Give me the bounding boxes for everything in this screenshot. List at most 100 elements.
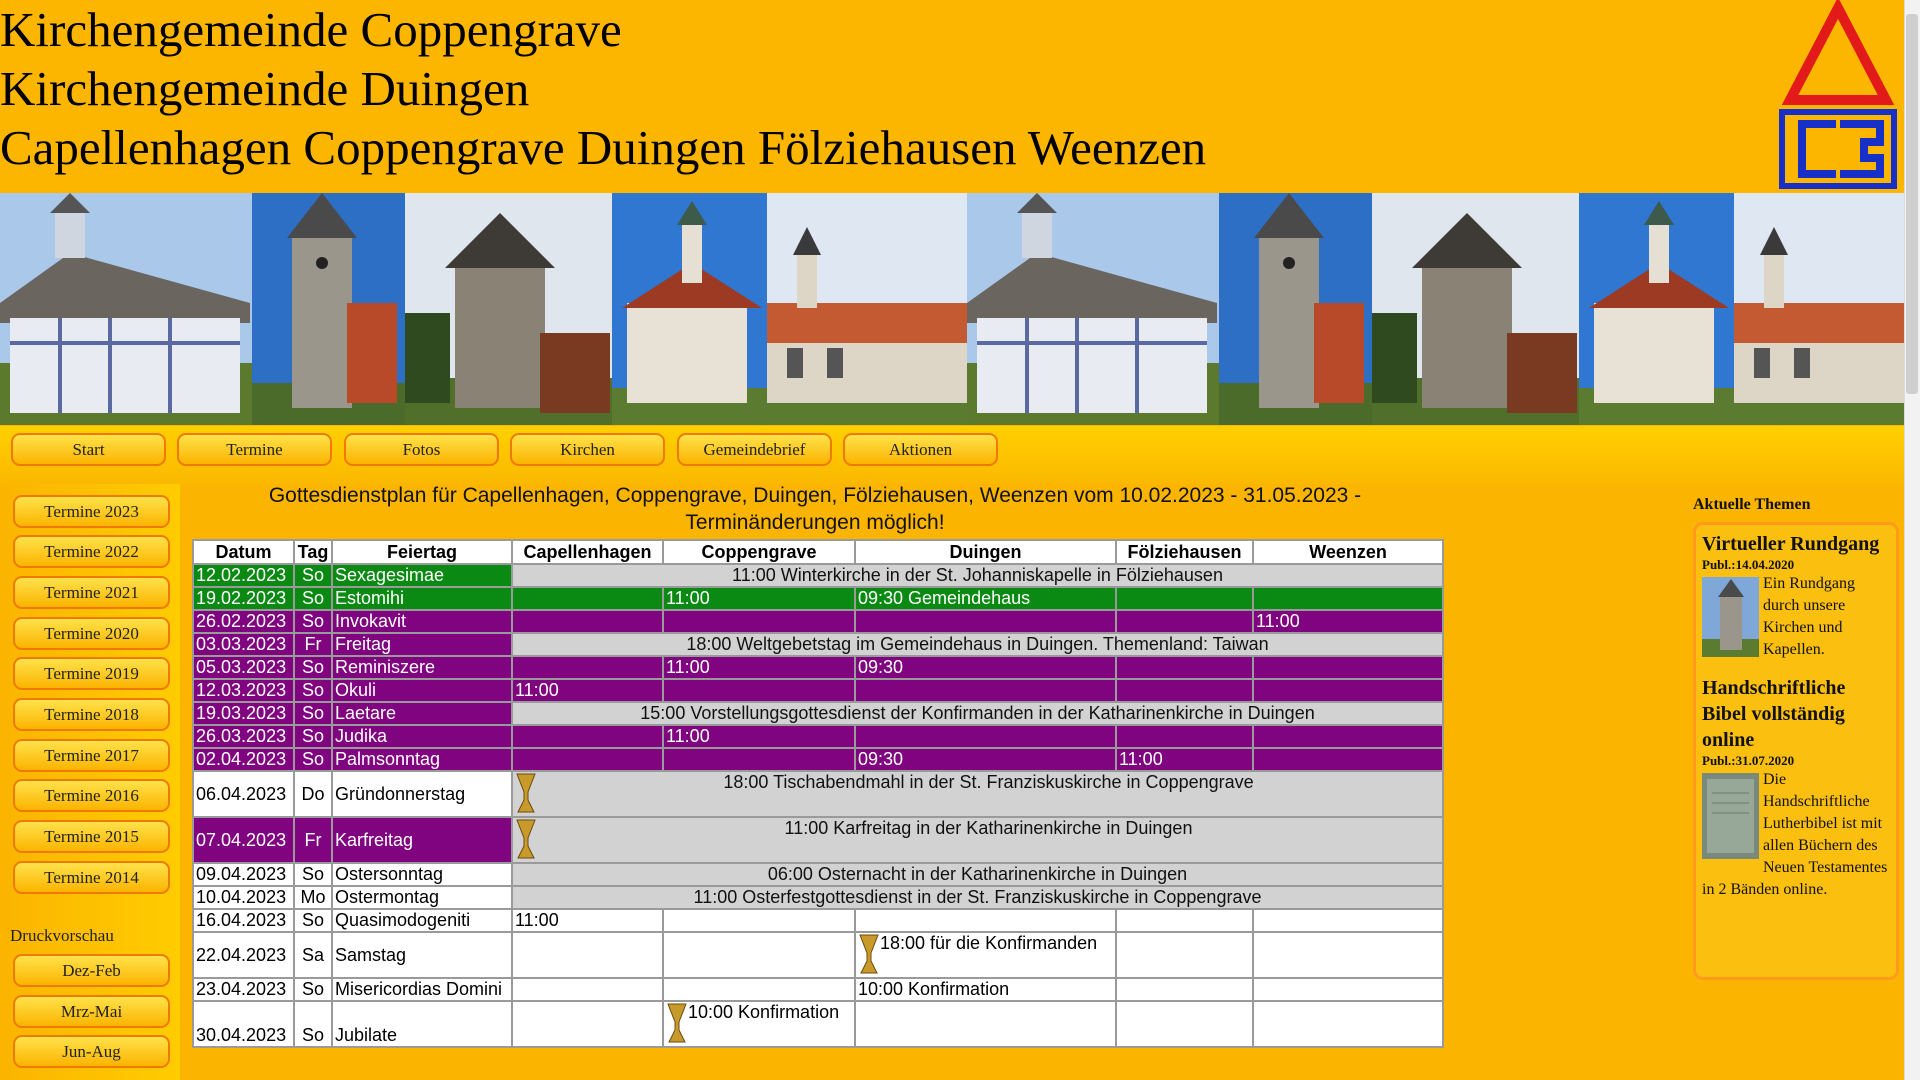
cell-foelziehausen: [1115, 655, 1254, 680]
sidebar-termine-2019[interactable]: Termine 2019: [13, 657, 170, 690]
sidebar-termine-2015[interactable]: Termine 2015: [13, 820, 170, 853]
cell-capellenhagen: [511, 655, 664, 680]
nav-aktionen-button[interactable]: Aktionen: [843, 433, 998, 466]
article-body-rundgang: Ein Rundgang durch unsere Kirchen und Ka…: [1763, 575, 1855, 658]
cell-datum: 26.03.2023: [192, 724, 295, 749]
cell-datum: 03.03.2023: [192, 632, 295, 657]
article-rundgang: Ein Rundgang durch unsere Kirchen und Ka…: [1702, 573, 1890, 661]
sidebar-termine-2017[interactable]: Termine 2017: [13, 739, 170, 772]
cell-datum: 26.02.2023: [192, 609, 295, 634]
cell-coppengrave: [662, 908, 856, 933]
article-thumbnail-bible[interactable]: [1702, 773, 1759, 859]
cell-weenzen: 11:00: [1252, 609, 1444, 634]
table-row: 07.04.2023 Fr Karfreitag 11:00 Karfreita…: [192, 816, 1444, 864]
table-row: 12.02.2023 So Sexagesimae 11:00 Winterki…: [192, 563, 1444, 588]
sidebar-druck-mrz-mai[interactable]: Mrz-Mai: [13, 995, 170, 1028]
table-row: 26.02.2023 So Invokavit 11:00: [192, 609, 1444, 634]
cell-datum: 10.04.2023: [192, 885, 295, 910]
cell-capellenhagen: [511, 609, 664, 634]
article-title-bibel[interactable]: Handschriftliche Bibel vollständig onlin…: [1702, 675, 1890, 753]
sidebar-termine-2018[interactable]: Termine 2018: [13, 698, 170, 731]
cell-duingen: [854, 609, 1117, 634]
cell-duingen: [854, 908, 1117, 933]
cell-foelziehausen: [1115, 908, 1254, 933]
header-line-villages: Capellenhagen Coppengrave Duingen Fölzie…: [0, 120, 1207, 175]
cell-weenzen: [1252, 908, 1444, 933]
cell-capellenhagen: 11:00: [511, 678, 664, 703]
cell-feiertag: Laetare: [331, 701, 513, 726]
cell-tag: Sa: [293, 931, 333, 979]
sidebar-termine-2014[interactable]: Termine 2014: [13, 861, 170, 894]
col-coppengrave: Coppengrave: [662, 539, 856, 565]
cell-datum: 16.04.2023: [192, 908, 295, 933]
sidebar-termine-2023[interactable]: Termine 2023: [13, 495, 170, 528]
table-row: 19.03.2023 So Laetare 15:00 Vorstellungs…: [192, 701, 1444, 726]
sidebar-termine-2016[interactable]: Termine 2016: [13, 779, 170, 812]
article-title-rundgang[interactable]: Virtueller Rundgang: [1702, 531, 1890, 557]
chalice-icon: [859, 934, 879, 974]
photo-stone-tower-2: [1219, 193, 1372, 425]
cell-datum: 30.04.2023: [192, 1000, 295, 1048]
cell-foelziehausen: [1115, 1000, 1254, 1048]
col-feiertag: Feiertag: [331, 539, 513, 565]
cell-capellenhagen: 11:00: [511, 908, 664, 933]
cell-foelziehausen: [1115, 931, 1254, 979]
cell-capellenhagen: [511, 1000, 664, 1048]
cell-foelziehausen: 11:00: [1115, 747, 1254, 772]
cell-feiertag: Reminiszere: [331, 655, 513, 680]
cell-datum: 09.04.2023: [192, 862, 295, 887]
sidebar-druck-dez-feb[interactable]: Dez-Feb: [13, 954, 170, 987]
article-thumbnail-church[interactable]: [1702, 577, 1759, 657]
nav-fotos-button[interactable]: Fotos: [344, 433, 499, 466]
page-scrollbar-thumb[interactable]: [1906, 14, 1918, 394]
cell-feiertag: Karfreitag: [331, 816, 513, 864]
photo-white-church: [612, 193, 767, 425]
cell-datum: 06.04.2023: [192, 770, 295, 818]
cell-feiertag: Ostermontag: [331, 885, 513, 910]
cell-coppengrave: 11:00: [662, 724, 856, 749]
cell-weenzen: [1252, 977, 1444, 1002]
cell-span: 11:00 Osterfestgottesdienst in der St. F…: [511, 885, 1444, 910]
table-row: 12.03.2023 So Okuli 11:00: [192, 678, 1444, 703]
cell-tag: So: [293, 609, 333, 634]
cell-weenzen: [1252, 724, 1444, 749]
cell-tag: Do: [293, 770, 333, 818]
cell-coppengrave: 11:00: [662, 655, 856, 680]
news-box: Virtueller Rundgang Publ.:14.04.2020 Ein…: [1693, 522, 1899, 980]
table-row: 16.04.2023 So Quasimodogeniti 11:00: [192, 908, 1444, 933]
cell-span: 06:00 Osternacht in der Katharinenkirche…: [511, 862, 1444, 887]
cell-span: 11:00 Winterkirche in der St. Johanniska…: [511, 563, 1444, 588]
cell-tag: So: [293, 701, 333, 726]
schedule-title: Gottesdienstplan für Capellenhagen, Copp…: [268, 484, 1362, 534]
cell-duingen: 10:00 Konfirmation: [854, 977, 1117, 1002]
cell-tag: So: [293, 747, 333, 772]
cell-coppengrave: [662, 747, 856, 772]
cell-weenzen: [1252, 655, 1444, 680]
cell-duingen: [854, 1000, 1117, 1048]
sidebar-druck-jun-aug[interactable]: Jun-Aug: [13, 1035, 170, 1068]
photo-stone-tower: [252, 193, 405, 425]
cell-foelziehausen: [1115, 724, 1254, 749]
sidebar-termine-2022[interactable]: Termine 2022: [13, 535, 170, 568]
cell-weenzen: [1252, 747, 1444, 772]
nav-kirchen-button[interactable]: Kirchen: [510, 433, 665, 466]
sidebar-termine-2020[interactable]: Termine 2020: [13, 617, 170, 650]
cell-coppengrave: [662, 931, 856, 979]
cell-feiertag: Freitag: [331, 632, 513, 657]
chalice-icon: [516, 773, 536, 813]
sidebar-termine-2021[interactable]: Termine 2021: [13, 576, 170, 609]
nav-start-button[interactable]: Start: [11, 433, 166, 466]
schedule-header-row: Datum Tag Feiertag Capellenhagen Coppeng…: [192, 539, 1444, 565]
table-row: 09.04.2023 So Ostersonntag 06:00 Osterna…: [192, 862, 1444, 887]
cell-datum: 12.03.2023: [192, 678, 295, 703]
cell-feiertag: Misericordias Domini: [331, 977, 513, 1002]
nav-termine-button[interactable]: Termine: [177, 433, 332, 466]
cell-feiertag: Palmsonntag: [331, 747, 513, 772]
col-duingen: Duingen: [854, 539, 1117, 565]
cell-duingen: 18:00 für die Konfirmanden: [854, 931, 1117, 979]
cell-coppengrave: [662, 609, 856, 634]
nav-gemeindebrief-button[interactable]: Gemeindebrief: [677, 433, 832, 466]
cell-tag: Fr: [293, 816, 333, 864]
cell-feiertag: Sexagesimae: [331, 563, 513, 588]
cell-datum: 22.04.2023: [192, 931, 295, 979]
